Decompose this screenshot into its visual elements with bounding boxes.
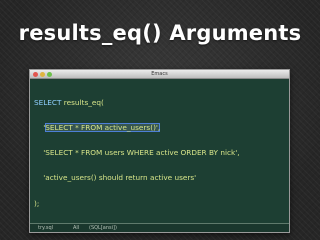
- code-line-5: );: [34, 198, 286, 208]
- editor-window: Emacs SELECT results_eq( 'SELECT * FROM …: [29, 69, 290, 233]
- code-editor[interactable]: SELECT results_eq( 'SELECT * FROM active…: [34, 82, 286, 225]
- mode-line: try.sql All (SQL[ansi]): [30, 223, 289, 232]
- window-titlebar: Emacs: [30, 70, 289, 79]
- code-text: 'active_users() should return active use…: [34, 173, 197, 183]
- code-line-1: SELECT results_eq(: [34, 97, 286, 107]
- code-line-4: 'active_users() should return active use…: [34, 174, 286, 182]
- major-mode: (SQL[ansi]): [89, 225, 117, 231]
- code-text: ': [34, 123, 46, 133]
- window-title: Emacs: [151, 71, 168, 77]
- code-text: );: [34, 198, 40, 208]
- sql-keyword: SELECT: [34, 97, 62, 107]
- code-line-3: 'SELECT * FROM users WHERE active ORDER …: [34, 149, 286, 157]
- code-text: results_eq(: [61, 97, 104, 107]
- slide-title: results_eq() Arguments: [18, 21, 302, 45]
- code-text: 'SELECT * FROM users WHERE active ORDER …: [34, 148, 240, 158]
- buffer-name: try.sql: [38, 225, 54, 231]
- scroll-position: All: [73, 225, 80, 231]
- code-line-2: 'SELECT * FROM active_users()',: [34, 123, 286, 133]
- selected-text[interactable]: SELECT * FROM active_users()',: [45, 123, 161, 133]
